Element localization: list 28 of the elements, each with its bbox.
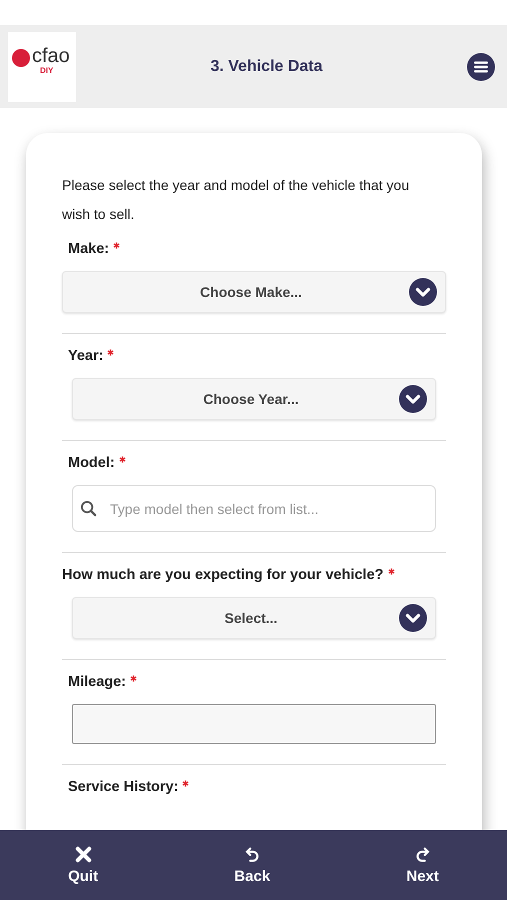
menu-icon [467, 52, 495, 80]
nav-button[interactable]: Quit [58, 841, 108, 889]
field-label: How much are you expecting for your vehicle? [62, 567, 384, 583]
menu-button[interactable] [467, 52, 495, 80]
dropdown[interactable]: Choose Make... [62, 271, 446, 313]
undo-arrow-icon [243, 845, 262, 864]
intro-text: Please select the year and model of the vehicle that you wish to sell. [62, 176, 410, 224]
chevron-down-icon [399, 604, 427, 632]
search-field[interactable]: Type model then select from list... [72, 485, 436, 532]
nav-button[interactable]: Next [396, 841, 449, 889]
input-field[interactable] [72, 704, 436, 744]
logo-text: cfao [32, 46, 70, 66]
chevron-down-icon [399, 385, 427, 413]
dropdown[interactable]: Select... [72, 597, 436, 639]
chevron-down-icon [409, 278, 437, 306]
search-icon [80, 500, 97, 517]
logo-dot-icon [11, 48, 31, 68]
field-label: Service History: [68, 779, 178, 795]
field-label: Year: [68, 348, 104, 364]
redo-arrow-icon [414, 845, 432, 864]
dropdown[interactable]: Choose Year... [72, 378, 436, 420]
page-title: 3. Vehicle Data [209, 58, 324, 76]
nav-button[interactable]: Back [224, 841, 280, 889]
field-label: Model: [68, 455, 115, 471]
field-label: Make: [68, 241, 110, 257]
field-label: Mileage: [68, 674, 126, 690]
logo-subtext: DIY [40, 66, 54, 74]
close-icon [74, 845, 93, 864]
